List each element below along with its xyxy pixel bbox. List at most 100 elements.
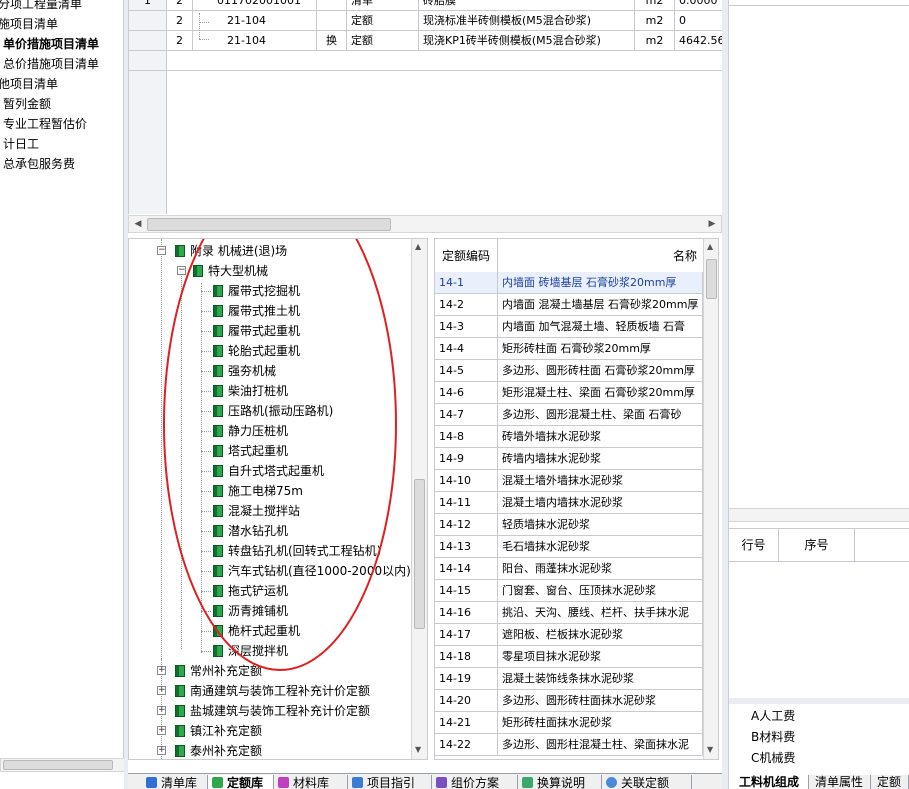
tab-project-guide[interactable]: 项目指引 (348, 775, 432, 789)
quota-name: 多边形、圆形砖柱面 石膏砂浆20mm厚 (498, 360, 703, 382)
tab-quota-library[interactable]: 定额库 (208, 775, 274, 789)
quota-name: 矩形混凝土柱、梁面 石膏砂浆20mm厚 (498, 382, 703, 404)
right-top-strip (729, 0, 909, 6)
scroll-down-icon[interactable]: ▼ (707, 745, 713, 754)
right-divider (729, 698, 909, 704)
row-type: 清单 (347, 0, 419, 11)
cost-item-machine[interactable]: C机械费 (751, 748, 795, 769)
top-grid-scroll-thumb[interactable] (147, 218, 391, 231)
table-row[interactable]: 14-6 矩形混凝土柱、梁面 石膏砂浆20mm厚 (435, 382, 718, 404)
nav-item-total-price-measures[interactable]: 总价措施项目清单 (3, 54, 99, 74)
left-nav-panel: 分项工程量清单 施项目清单 单价措施项目清单 总价措施项目清单 他项目清单 暂列… (0, 0, 124, 760)
row-code: 21-104 (193, 31, 317, 51)
left-nav-scrollbar[interactable] (0, 758, 127, 772)
quota-code: 14-20 (435, 690, 498, 712)
row-unit: m2 (635, 0, 675, 11)
nav-item-provisional-sum[interactable]: 暂列金额 (3, 94, 51, 114)
tab-bill-library[interactable]: 清单库 (142, 775, 208, 789)
quota-name: 混凝土装饰线条抹水泥砂浆 (498, 668, 703, 690)
table-row[interactable]: 2 21-104 换 定额 现浇KP1砖半砖侧模板(M5混合砂浆) m2 464… (129, 31, 722, 51)
row-number: 1 (129, 0, 167, 11)
scroll-left-icon[interactable]: ◀ (133, 219, 143, 229)
table-row[interactable]: 14-22 多边形、圆形柱混凝土柱、梁面抹水泥 (435, 734, 718, 756)
quota-name: 多边形、圆形柱混凝土柱、梁面抹水泥 (498, 734, 703, 756)
table-row[interactable]: 14-11 混凝土墙内墙抹水泥砂浆 (435, 492, 718, 514)
row-number (129, 11, 167, 31)
row-number (129, 51, 167, 71)
nav-item-other-items[interactable]: 他项目清单 (0, 74, 58, 94)
code-table-scroll-thumb[interactable] (706, 259, 717, 299)
row-level: 2 (167, 0, 193, 11)
table-row[interactable]: 14-8 砖墙外墙抹水泥砂浆 (435, 426, 718, 448)
table-row[interactable]: 14-1 内墙面 砖墙基层 石膏砂浆20mm厚 (435, 272, 718, 294)
table-row-empty[interactable] (129, 51, 722, 71)
right-panel: 行号 序号 A人工费 B材料费 C机械费 (728, 0, 909, 789)
table-row[interactable]: 2 21-104 定额 现浇标准半砖侧模板(M5混合砂浆) m2 0 (129, 11, 722, 31)
nav-item-unit-price-measures[interactable]: 单价措施项目清单 (3, 34, 99, 54)
table-row[interactable]: 14-16 挑沿、天沟、腰线、栏杆、扶手抹水泥 (435, 602, 718, 624)
scroll-right-icon[interactable]: ▶ (707, 219, 717, 229)
quota-name: 混凝土墙外墙抹水泥砂浆 (498, 470, 703, 492)
quota-name: 砖墙内墙抹水泥砂浆 (498, 448, 703, 470)
tab-labor-material-machine[interactable]: 工料机组成 (733, 775, 809, 789)
top-grid-hscrollbar[interactable]: ◀ ▶ (128, 215, 722, 233)
table-row[interactable]: 14-20 多边形、圆形砖柱面抹水泥砂浆 (435, 690, 718, 712)
tab-pricing-scheme[interactable]: 组价方案 (432, 775, 518, 789)
row-header-strip (129, 71, 167, 214)
table-row[interactable]: 14-14 阳台、雨蓬抹水泥砂浆 (435, 558, 718, 580)
row-number (129, 31, 167, 51)
nav-item-daywork[interactable]: 计日工 (3, 134, 39, 154)
table-row[interactable]: 14-9 砖墙内墙抹水泥砂浆 (435, 448, 718, 470)
table-row[interactable]: 14-3 内墙面 加气混凝土墙、轻质板墙 石膏 (435, 316, 718, 338)
tree-connector (193, 13, 209, 43)
left-nav-scroll-thumb[interactable] (3, 760, 113, 770)
nav-item-contractor-service-fee[interactable]: 总承包服务费 (3, 154, 75, 174)
col-header-code[interactable]: 定额编码 (435, 239, 498, 273)
row-type: 定额 (347, 31, 419, 51)
table-row[interactable]: 14-17 遮阳板、栏板抹水泥砂浆 (435, 624, 718, 646)
table-row[interactable]: 14-15 门窗套、窗台、压顶抹水泥砂浆 (435, 580, 718, 602)
scroll-up-icon[interactable]: ▲ (707, 242, 713, 251)
tab-bill-attributes[interactable]: 清单属性 (809, 775, 871, 789)
quota-name: 遮阳板、栏板抹水泥砂浆 (498, 624, 703, 646)
table-row[interactable]: 14-19 混凝土装饰线条抹水泥砂浆 (435, 668, 718, 690)
quota-code: 14-7 (435, 404, 498, 426)
cost-item-labor[interactable]: A人工费 (751, 706, 795, 727)
table-row[interactable]: 14-10 混凝土墙外墙抹水泥砂浆 (435, 470, 718, 492)
nav-item-measures[interactable]: 施项目清单 (0, 14, 58, 34)
quota-name: 内墙面 砖墙基层 石膏砂浆20mm厚 (498, 272, 703, 294)
table-row[interactable]: 14-7 多边形、圆形混凝土柱、梁面 石膏砂 (435, 404, 718, 426)
nav-item-sub-items[interactable]: 分项工程量清单 (0, 0, 82, 14)
table-row[interactable]: 1 2 011702001001 清单 砖胎膜 m2 0.0000 (129, 0, 722, 11)
tab-conversion-notes[interactable]: 换算说明 (518, 775, 602, 789)
table-row[interactable]: 14-5 多边形、圆形砖柱面 石膏砂浆20mm厚 (435, 360, 718, 382)
col-header-row-no[interactable]: 行号 (729, 529, 779, 561)
quota-name: 阳台、雨蓬抹水泥砂浆 (498, 558, 703, 580)
quota-code: 14-17 (435, 624, 498, 646)
row-name: 现浇标准半砖侧模板(M5混合砂浆) (419, 11, 635, 31)
table-row[interactable]: 14-4 矩形砖柱面 石膏砂浆20mm厚 (435, 338, 718, 360)
tab-quota[interactable]: 定额 (871, 775, 909, 789)
table-row[interactable]: 14-21 矩形砖柱面抹水泥砂浆 (435, 712, 718, 734)
nav-item-specialty-estimate[interactable]: 专业工程暂估价 (3, 114, 87, 134)
tab-related-quota[interactable]: 关联定额 (602, 775, 692, 789)
table-row[interactable]: 14-18 零星项目抹水泥砂浆 (435, 646, 718, 668)
col-header-name[interactable]: 名称 (498, 239, 708, 273)
quota-name: 矩形砖柱面 石膏砂浆20mm厚 (498, 338, 703, 360)
quota-name: 轻质墙抹水泥砂浆 (498, 514, 703, 536)
table-row[interactable]: 14-13 毛石墙抹水泥砂浆 (435, 536, 718, 558)
cost-item-material[interactable]: B材料费 (751, 727, 795, 748)
table-row[interactable]: 14-2 内墙面 混凝土墙基层 石膏砂浆20mm厚 (435, 294, 718, 316)
quota-code: 14-5 (435, 360, 498, 382)
quota-code: 14-2 (435, 294, 498, 316)
right-splitter-bar[interactable] (729, 508, 909, 522)
quota-name: 内墙面 混凝土墙基层 石膏砂浆20mm厚 (498, 294, 703, 316)
col-header-seq[interactable]: 序号 (779, 529, 855, 561)
quota-name: 毛石墙抹水泥砂浆 (498, 536, 703, 558)
quota-code: 14-6 (435, 382, 498, 404)
project-guide-icon (352, 777, 363, 788)
quota-name: 混凝土墙内墙抹水泥砂浆 (498, 492, 703, 514)
code-table-vscrollbar[interactable]: ▲ ▼ (703, 239, 718, 759)
table-row[interactable]: 14-12 轻质墙抹水泥砂浆 (435, 514, 718, 536)
tab-material-library[interactable]: 材料库 (274, 775, 348, 789)
